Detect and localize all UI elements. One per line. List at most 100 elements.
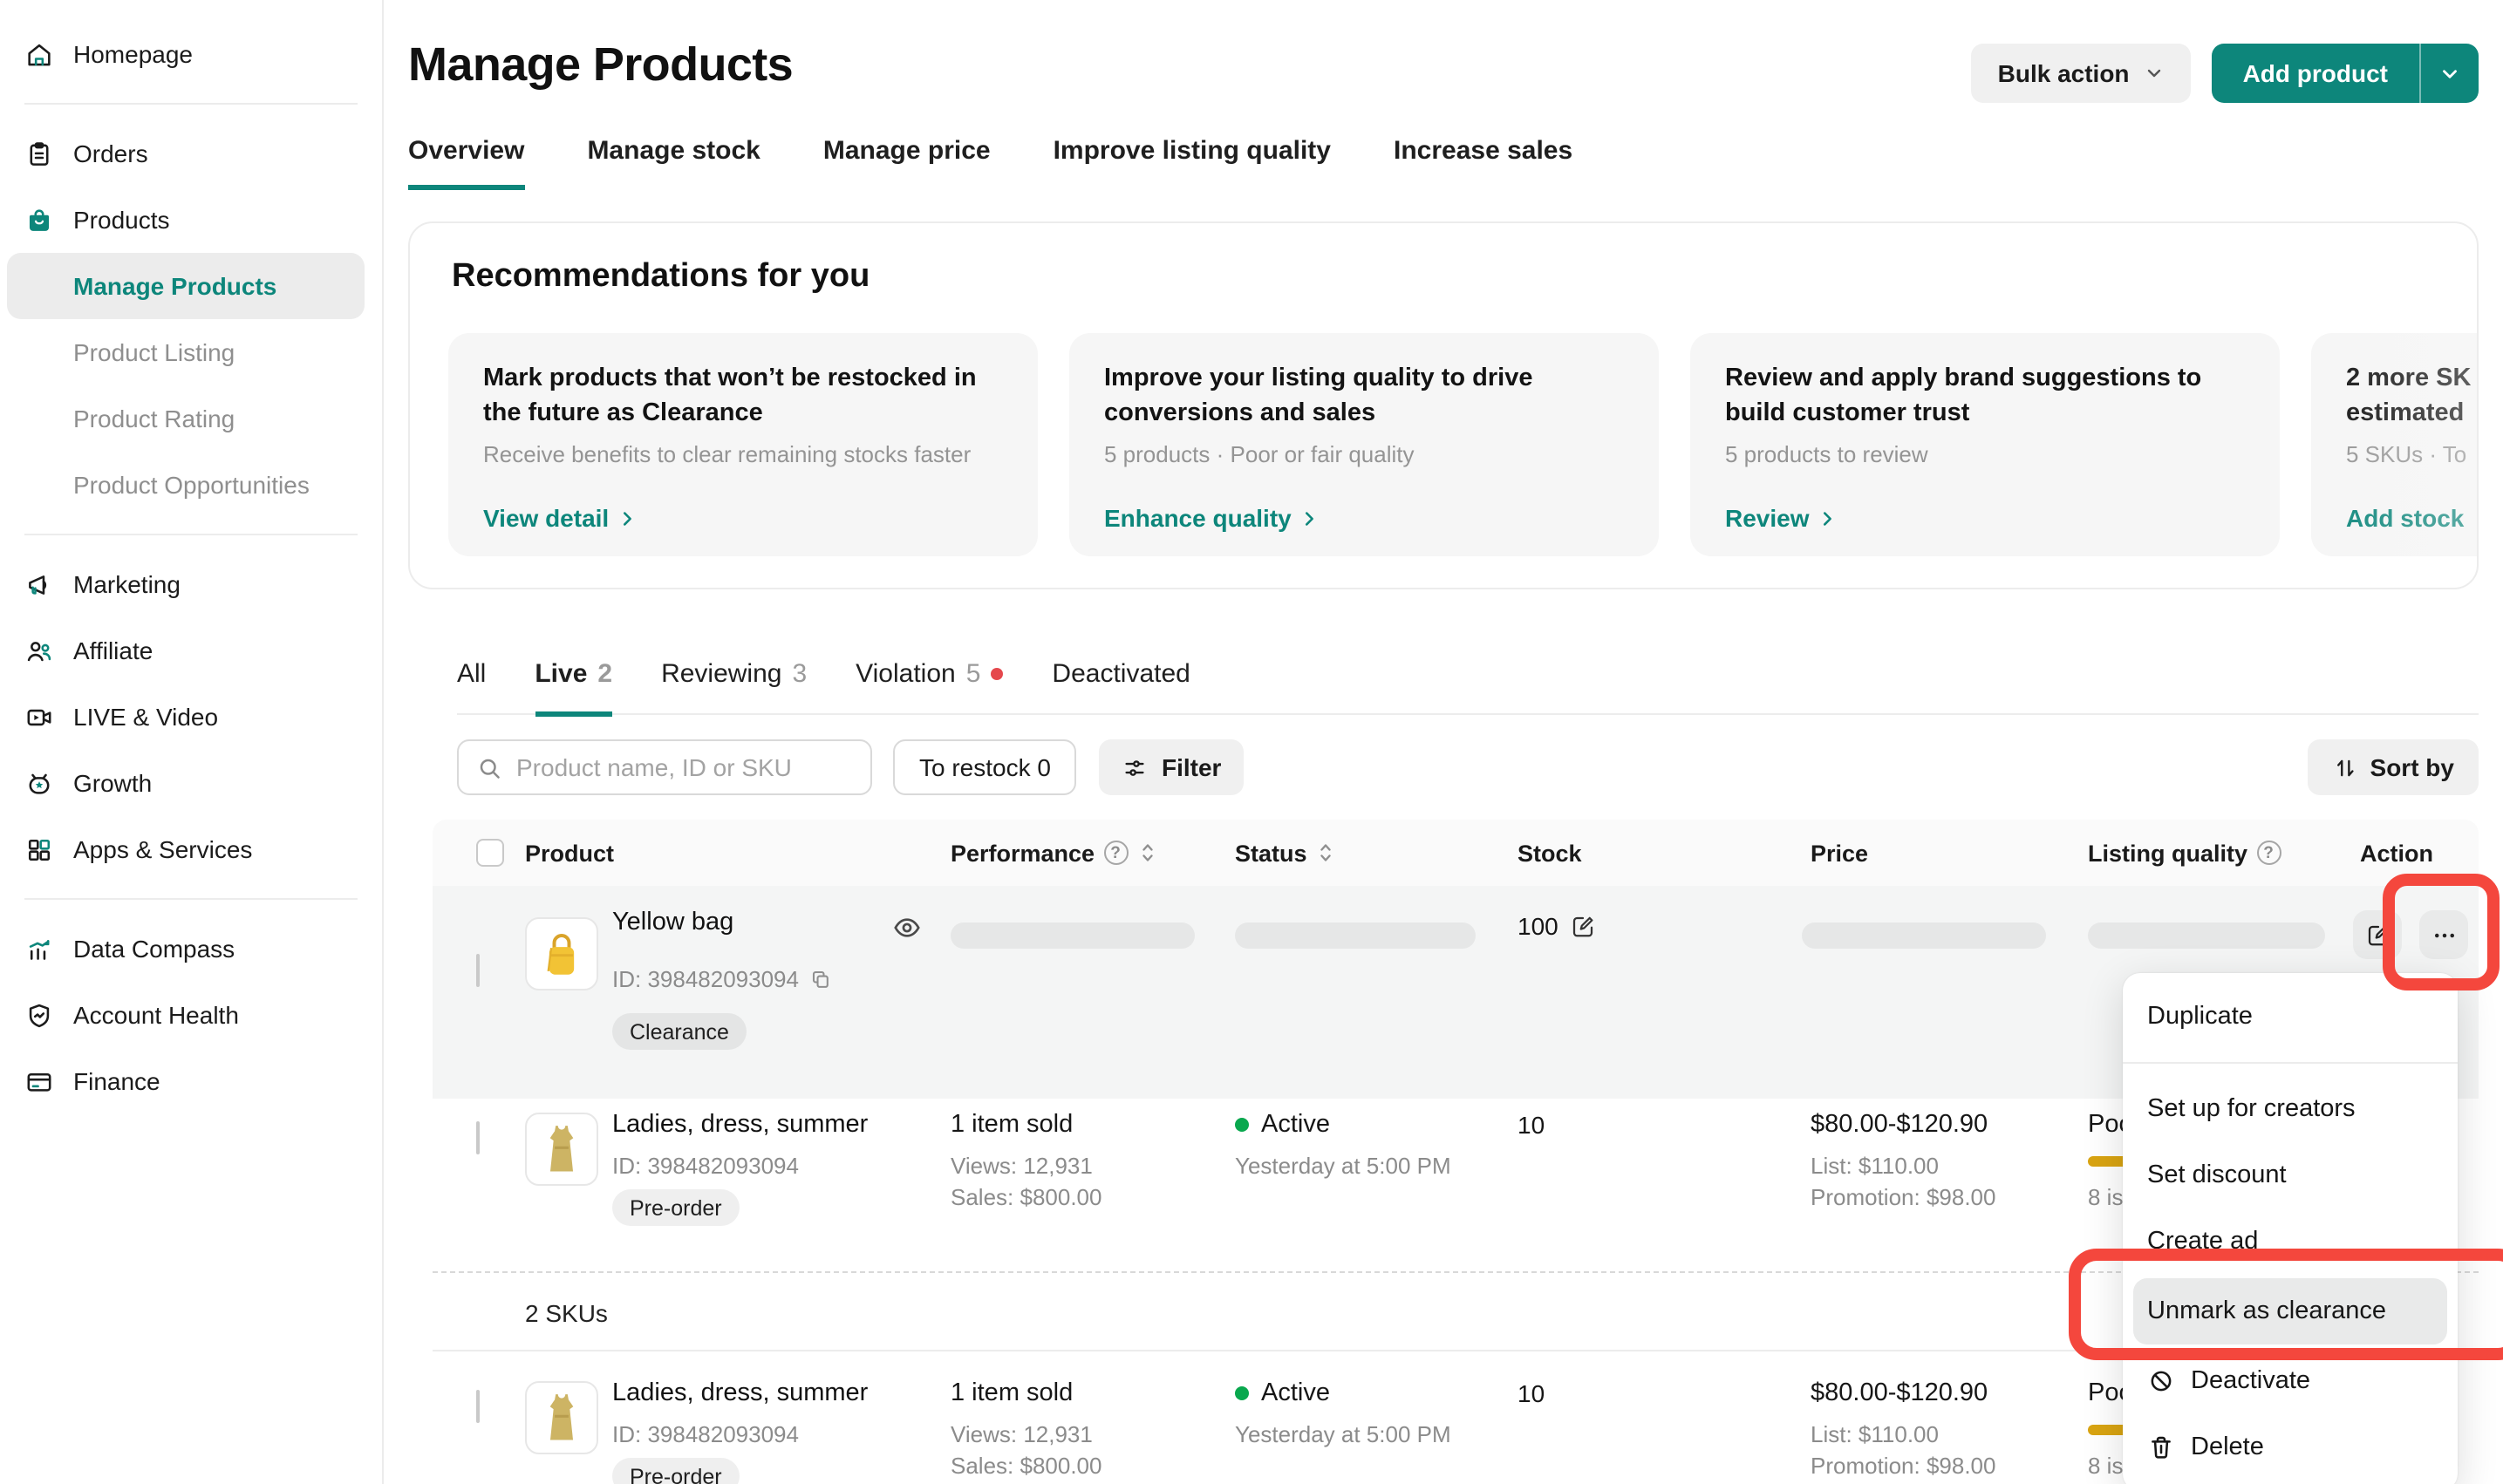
edit-stock-icon[interactable] [1571,913,1597,939]
sort-carets-icon[interactable] [1136,841,1157,865]
preview-eye-icon[interactable] [891,912,923,943]
chevron-right-icon [1300,508,1320,528]
recommendation-card-listing-quality: Improve your listing quality to drive co… [1069,333,1659,556]
stock-value: 10 [1517,1379,1545,1407]
edit-product-button[interactable] [2353,910,2402,959]
menu-item-delete[interactable]: Delete [2123,1414,2458,1481]
sidebar-item-label: Homepage [73,40,193,68]
sidebar-item-orders[interactable]: Orders [0,120,382,187]
add-stock-link[interactable]: Add stock [2346,504,2464,532]
product-name[interactable]: Ladies, dress, summer [612,1379,868,1407]
sidebar-item-homepage[interactable]: Homepage [0,21,382,87]
delete-trash-icon [2147,1433,2175,1461]
chevron-right-icon [1818,508,1838,528]
sidebar-item-label: Finance [73,1067,160,1095]
row-checkbox[interactable] [476,954,480,987]
menu-item-label: Set discount [2147,1161,2287,1189]
search-icon [476,754,502,780]
column-action: Action [2360,820,2433,886]
sidebar-item-product-listing[interactable]: Product Listing [0,319,382,385]
sidebar-item-live-video[interactable]: LIVE & Video [0,684,382,750]
sidebar-item-finance[interactable]: Finance [0,1048,382,1114]
pre-order-tag: Pre-order [612,1458,740,1484]
page-tabs: Overview Manage stock Manage price Impro… [408,136,1572,190]
status-cell: Active [1235,1111,1330,1139]
tab-manage-price[interactable]: Manage price [823,136,991,190]
tab-reviewing[interactable]: Reviewing3 [661,652,807,717]
sidebar-item-apps-services[interactable]: Apps & Services [0,816,382,882]
bulk-action-label: Bulk action [1998,59,2130,87]
menu-item-set-up-for-creators[interactable]: Set up for creators [2123,1076,2458,1142]
sidebar-item-marketing[interactable]: Marketing [0,551,382,617]
more-actions-button[interactable] [2419,910,2468,959]
sidebar-item-products[interactable]: Products [0,187,382,253]
menu-item-label: Delete [2191,1433,2264,1461]
search-input[interactable] [516,753,853,781]
card-subtitle: 5 SKUs · To [2346,441,2479,467]
list-price: List: $110.00 [1811,1421,1939,1447]
sidebar-item-account-health[interactable]: Account Health [0,982,382,1048]
orders-icon [24,139,54,168]
home-icon [24,39,54,69]
filter-button[interactable]: Filter [1099,739,1244,795]
tab-all[interactable]: All [457,652,486,717]
menu-item-duplicate[interactable]: Duplicate [2123,984,2458,1050]
to-restock-button[interactable]: To restock 0 [893,739,1077,795]
menu-item-set-discount[interactable]: Set discount [2123,1142,2458,1208]
menu-item-label: Set up for creators [2147,1095,2356,1123]
column-stock: Stock [1517,820,1582,886]
sidebar-item-product-opportunities[interactable]: Product Opportunities [0,452,382,518]
menu-item-deactivate[interactable]: Deactivate [2123,1348,2458,1414]
table-header: Product Performance Status Stock Price L… [433,820,2479,886]
review-link[interactable]: Review [1725,504,1838,532]
sort-carets-icon[interactable] [1316,841,1337,865]
copy-icon[interactable] [809,968,832,990]
add-product-button[interactable]: Add product [2212,44,2421,103]
tab-improve-listing-quality[interactable]: Improve listing quality [1054,136,1331,190]
menu-item-create-ad[interactable]: Create ad [2123,1208,2458,1275]
select-all-cell [476,820,504,886]
list-price: List: $110.00 [1811,1153,1939,1179]
menu-divider [2123,1062,2458,1064]
tab-increase-sales[interactable]: Increase sales [1394,136,1572,190]
card-subtitle: 5 products · Poor or fair quality [1104,441,1624,467]
enhance-quality-link[interactable]: Enhance quality [1104,504,1320,532]
edit-icon [2364,922,2390,948]
row-checkbox[interactable] [476,1390,480,1423]
clearance-tag: Clearance [612,1013,747,1050]
yellow-bag-image [532,924,591,984]
tab-violation[interactable]: Violation5 [856,652,1003,717]
sidebar-item-label: Marketing [73,570,181,598]
view-detail-link[interactable]: View detail [483,504,637,532]
sidebar-item-label: Products [73,206,170,234]
product-name[interactable]: Ladies, dress, summer [612,1111,868,1139]
tab-label: All [457,658,486,688]
bulk-action-button[interactable]: Bulk action [1972,44,2191,103]
listing-quality-help-icon[interactable] [2256,841,2281,865]
tab-manage-stock[interactable]: Manage stock [587,136,760,190]
sidebar-item-data-compass[interactable]: Data Compass [0,916,382,982]
product-name[interactable]: Yellow bag [612,909,733,936]
sidebar-item-affiliate[interactable]: Affiliate [0,617,382,684]
account-health-icon [24,1000,54,1030]
promotion-price: Promotion: $98.00 [1811,1184,1995,1210]
sku-group-label[interactable]: 2 SKUs [525,1299,608,1327]
column-performance: Performance [951,820,1157,886]
menu-item-unmark-as-clearance[interactable]: Unmark as clearance [2133,1278,2447,1344]
items-sold: 1 item sold [951,1111,1073,1139]
sidebar-item-manage-products[interactable]: Manage Products [7,253,365,319]
performance-help-icon[interactable] [1103,841,1128,865]
tab-label: Live [535,658,587,688]
tab-overview[interactable]: Overview [408,136,524,190]
sort-by-button[interactable]: Sort by [2308,739,2479,795]
add-product-dropdown-button[interactable] [2421,44,2479,103]
sidebar-item-growth[interactable]: Growth [0,750,382,816]
tab-live[interactable]: Live2 [535,652,612,717]
row-checkbox[interactable] [476,1121,480,1154]
pre-order-tag: Pre-order [612,1189,740,1226]
tab-deactivated[interactable]: Deactivated [1052,652,1190,717]
sidebar-divider [24,534,358,535]
sidebar-item-label: Data Compass [73,935,235,963]
sidebar-item-product-rating[interactable]: Product Rating [0,385,382,452]
select-all-checkbox[interactable] [476,839,504,867]
